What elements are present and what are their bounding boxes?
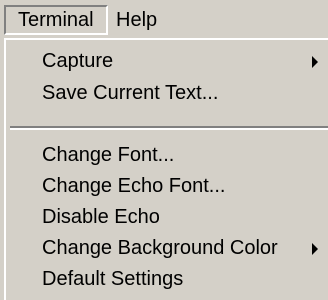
menu-bar: Terminal Help: [0, 0, 328, 40]
menu-item-change-background-color[interactable]: Change Background Color: [6, 233, 328, 263]
menu-item-change-echo-font[interactable]: Change Echo Font...: [6, 171, 328, 201]
menu-item-label: Disable Echo: [42, 206, 160, 228]
menu-item-label: Change Background Color: [42, 237, 278, 259]
menu-item-label: Change Echo Font...: [42, 175, 226, 197]
menu-separator: [10, 126, 328, 130]
terminal-dropdown-menu: Capture Save Current Text... Change Font…: [4, 38, 328, 300]
menu-item-label: Save Current Text...: [42, 82, 219, 104]
menu-item-default-settings[interactable]: Default Settings: [6, 264, 328, 294]
submenu-arrow-icon: [312, 243, 318, 255]
menu-item-disable-echo[interactable]: Disable Echo: [6, 202, 328, 232]
menu-item-label: Change Font...: [42, 144, 175, 166]
submenu-arrow-icon: [312, 56, 318, 68]
menu-terminal[interactable]: Terminal: [4, 5, 108, 35]
menu-item-save-current-text[interactable]: Save Current Text...: [6, 78, 328, 108]
menu-item-label: Default Settings: [42, 268, 184, 290]
menu-item-label: Capture: [42, 50, 114, 72]
menu-item-change-font[interactable]: Change Font...: [6, 140, 328, 170]
menu-item-capture[interactable]: Capture: [6, 46, 328, 76]
menu-help[interactable]: Help: [116, 5, 176, 35]
